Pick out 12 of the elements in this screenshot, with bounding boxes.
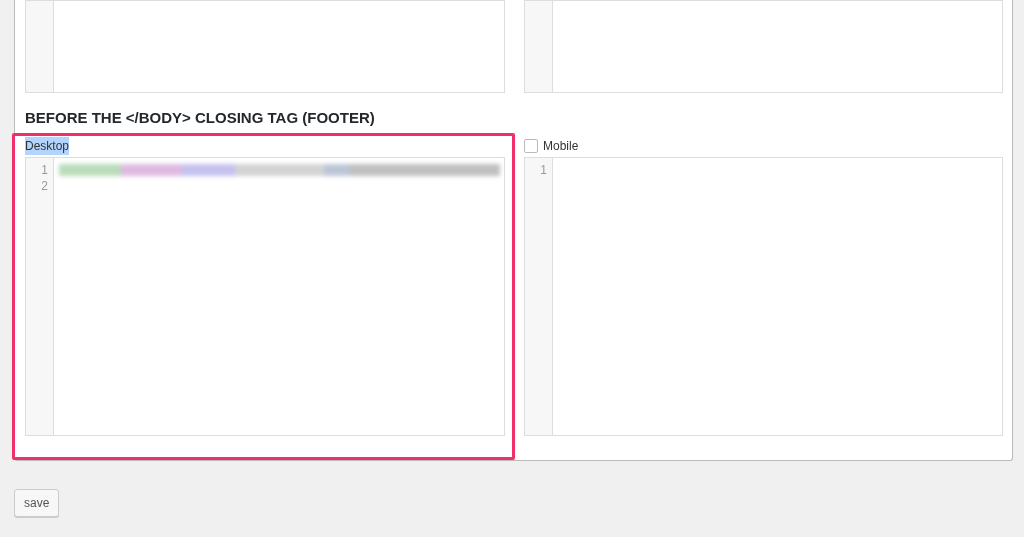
- line-number: 1: [40, 161, 48, 178]
- editor-label: Desktop: [25, 137, 70, 155]
- line-number: 2: [40, 177, 48, 194]
- code-editor[interactable]: 1 2: [25, 156, 505, 436]
- section-heading: BEFORE THE </BODY> CLOSING TAG (FOOTER): [25, 108, 376, 128]
- code-editor[interactable]: [524, 0, 1003, 93]
- code-editor[interactable]: [25, 0, 505, 93]
- editor-label: Mobile: [543, 138, 579, 155]
- line-number: 1: [539, 161, 547, 178]
- checkbox[interactable]: [524, 139, 538, 153]
- save-button[interactable]: save: [14, 488, 60, 517]
- code-editor[interactable]: 1: [524, 156, 1003, 436]
